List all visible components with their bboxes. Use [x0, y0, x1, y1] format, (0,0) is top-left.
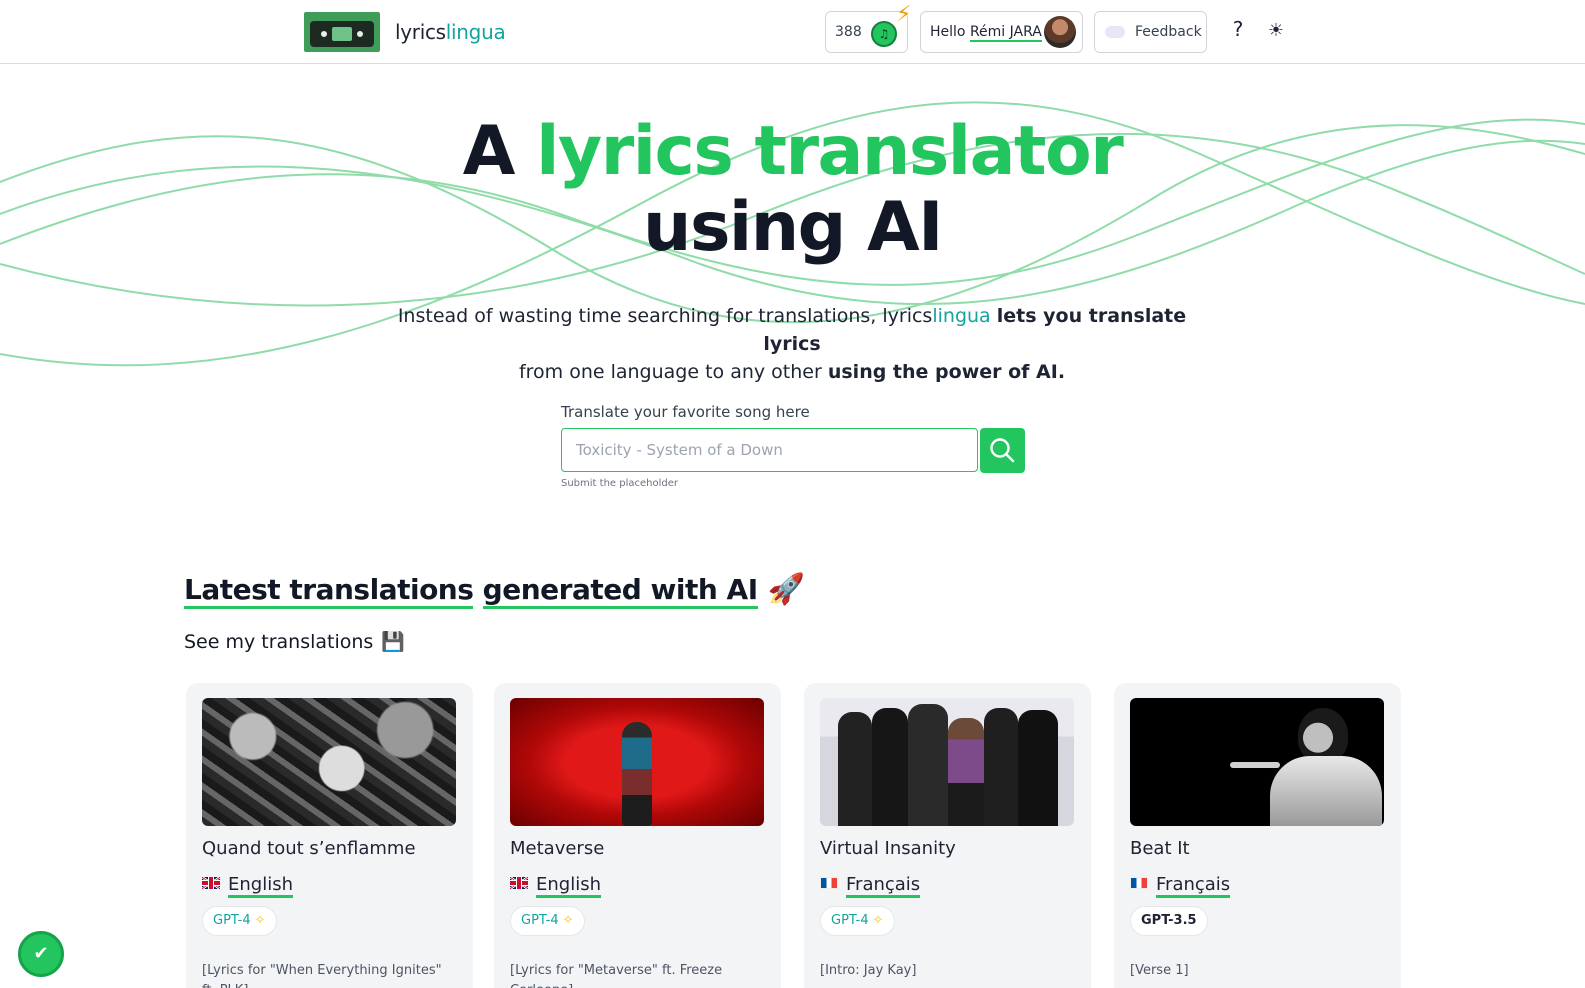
- uk-flag-icon: [202, 877, 220, 889]
- rocket-icon: 🚀: [767, 572, 805, 607]
- double-check-icon[interactable]: ✔: [18, 931, 64, 977]
- card-title: Quand tout s’enflamme: [202, 838, 416, 859]
- card-language: Français: [1130, 874, 1231, 898]
- cloud-icon: [1105, 26, 1125, 38]
- lightning-icon: ⚡: [896, 2, 912, 27]
- sparkle-icon: ✧: [254, 913, 266, 928]
- translation-card[interactable]: Beat It Français GPT-3.5 [Verse 1]: [1114, 683, 1401, 988]
- search-button[interactable]: [980, 428, 1025, 473]
- sparkle-icon: ✧: [562, 913, 574, 928]
- latest-translations-heading: Latest translations generated with AI 🚀: [184, 572, 805, 609]
- search-icon: [990, 438, 1015, 463]
- france-flag-icon: [820, 877, 838, 889]
- search-label: Translate your favorite song here: [561, 403, 810, 421]
- card-language: English: [510, 874, 601, 898]
- card-snippet: [Lyrics for "Metaverse" ft. Freeze Corle…: [510, 963, 723, 988]
- avatar: [1044, 16, 1076, 48]
- translation-card[interactable]: Virtual Insanity Français GPT-4 ✧ [Intro:…: [804, 683, 1091, 988]
- sparkle-icon: ✧: [872, 913, 884, 928]
- model-badge: GPT-4 ✧: [202, 906, 277, 936]
- music-coin-icon: ♫: [871, 21, 897, 47]
- help-button[interactable]: ?: [1228, 17, 1248, 45]
- hero-subtitle: Instead of wasting time searching for tr…: [397, 305, 1187, 383]
- card-image: [202, 698, 456, 826]
- model-badge: GPT-4 ✧: [820, 906, 895, 936]
- card-title: Beat It: [1130, 838, 1190, 859]
- my-translations-link[interactable]: See my translations 💾: [184, 630, 405, 653]
- france-flag-icon: [1130, 877, 1148, 889]
- sun-icon[interactable]: ☀: [1264, 19, 1288, 43]
- translation-card[interactable]: Metaverse English GPT-4 ✧ [Lyrics for "Me…: [494, 683, 781, 988]
- card-title: Virtual Insanity: [820, 838, 956, 859]
- model-badge: GPT-3.5: [1130, 906, 1208, 936]
- credits-counter[interactable]: 388 ♫ ⚡: [825, 2, 911, 53]
- cassette-logo-icon[interactable]: [304, 12, 380, 52]
- hero-title: A lyrics translator using AI: [462, 112, 1124, 267]
- search-hint: Submit the placeholder: [561, 478, 678, 489]
- brand-name[interactable]: lyricslingua: [395, 20, 506, 44]
- card-snippet: [Lyrics for "When Everything Ignites" ft…: [202, 963, 442, 988]
- hello-label: Hello: [930, 24, 966, 40]
- card-image: [820, 698, 1074, 826]
- uk-flag-icon: [510, 877, 528, 889]
- card-title: Metaverse: [510, 838, 605, 859]
- card-snippet: [Intro: Jay Kay]: [820, 963, 917, 978]
- card-snippet: [Verse 1]: [1130, 963, 1189, 978]
- feedback-button[interactable]: Feedback: [1094, 11, 1207, 53]
- floppy-disk-icon: 💾: [381, 631, 406, 653]
- top-navbar: lyricslingua 388 ♫ ⚡ Hello Rémi JARA Fee…: [0, 0, 1585, 64]
- translation-card[interactable]: Quand tout s’enflamme English GPT-4 ✧ [Ly…: [186, 683, 473, 988]
- feedback-label: Feedback: [1135, 24, 1202, 40]
- card-language: English: [202, 874, 293, 898]
- song-search-input[interactable]: [561, 428, 978, 472]
- card-image: [510, 698, 764, 826]
- card-image: [1130, 698, 1384, 826]
- credits-value: 388: [835, 24, 862, 40]
- user-name: Rémi JARA: [969, 24, 1042, 42]
- user-menu[interactable]: Hello Rémi JARA: [920, 11, 1083, 53]
- card-language: Français: [820, 874, 921, 898]
- model-badge: GPT-4 ✧: [510, 906, 585, 936]
